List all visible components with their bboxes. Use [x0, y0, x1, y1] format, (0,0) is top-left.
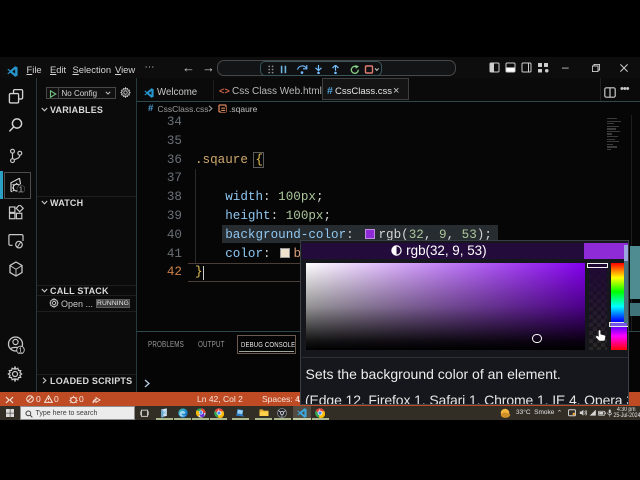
- svg-text:1: 1: [19, 348, 23, 355]
- svg-text:1: 1: [19, 185, 23, 193]
